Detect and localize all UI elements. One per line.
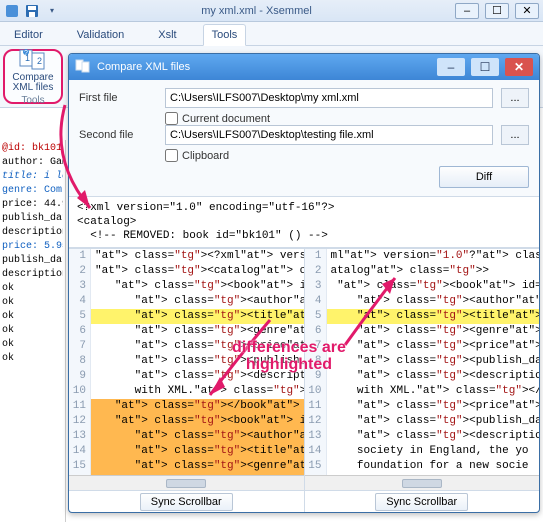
dialog-icon (75, 58, 91, 77)
window-maximize[interactable]: ☐ (485, 3, 509, 19)
code-line[interactable]: 13 "at"> class="tg"><author"at"> class="… (69, 429, 304, 444)
tree-line[interactable]: @id: bk101 (2, 142, 63, 156)
ribbon-tabs: Editor Validation Xslt Tools (0, 22, 543, 46)
diff-panes: 1"at"> class="tg"><?xml"at"> version="1.… (69, 248, 539, 512)
compare-label: Compare XML files (7, 73, 59, 93)
left-sync-button[interactable]: Sync Scrollbar (140, 493, 233, 511)
ribbon-tab-editor[interactable]: Editor (6, 25, 51, 45)
tree-line[interactable]: publish_dat (2, 254, 63, 268)
tree-line[interactable]: price: 5.95 (2, 240, 63, 254)
left-pane: 1"at"> class="tg"><?xml"at"> version="1.… (69, 249, 305, 512)
left-code[interactable]: 1"at"> class="tg"><?xml"at"> version="1.… (69, 249, 304, 475)
current-document-checkbox[interactable] (165, 112, 178, 125)
code-line[interactable]: 5 "at"> class="tg"><title"at"> class="tg… (305, 309, 540, 324)
app-icon (4, 3, 20, 19)
clipboard-checkbox[interactable] (165, 149, 178, 162)
tree-line[interactable]: publish_dat (2, 212, 63, 226)
code-line[interactable]: 5 "at"> class="tg"><title"at"> class="tg… (69, 309, 304, 324)
compare-xml-group[interactable]: 12? Compare XML files Tools (3, 49, 63, 104)
code-line[interactable]: 1ml"at"> version="1.0"?"at"> class="tg">… (305, 249, 540, 264)
code-line[interactable]: 2"at"> class="tg"><catalog"at"> class="t… (69, 264, 304, 279)
code-line[interactable]: 7 "at"> class="tg"><price"at"> class="tg… (305, 339, 540, 354)
code-line[interactable]: 11 "at"> class="tg"></book"at"> class="t… (69, 399, 304, 414)
ribbon-tab-tools[interactable]: Tools (203, 24, 247, 46)
compare-dialog: Compare XML files – ☐ ✕ First file ... C… (68, 53, 540, 513)
dialog-minimize[interactable]: – (437, 58, 465, 76)
first-file-input[interactable] (165, 88, 493, 108)
tree-line[interactable]: ok (2, 282, 63, 296)
clipboard-label: Clipboard (182, 150, 229, 162)
ribbon-tab-xslt[interactable]: Xslt (150, 25, 184, 45)
code-line[interactable]: 4 "at"> class="tg"><author"at"> class="t… (69, 294, 304, 309)
code-line[interactable]: 13 "at"> class="tg"><description"at"> cl… (305, 429, 540, 444)
tree-line[interactable]: genre: Com (2, 184, 63, 198)
first-file-browse[interactable]: ... (501, 88, 529, 108)
code-line[interactable]: 3 "at"> class="tg"><book"at"> id="bk101"… (305, 279, 540, 294)
code-line[interactable]: 2atalog"at"> class="tg">> (305, 264, 540, 279)
tree-line[interactable]: description (2, 268, 63, 282)
code-line[interactable]: 3 "at"> class="tg"><book"at"> id="bk101"… (69, 279, 304, 294)
code-line[interactable]: 10 with XML."at"> class="tg"></descripti… (69, 384, 304, 399)
second-file-label: Second file (79, 129, 157, 141)
right-hscroll[interactable] (305, 475, 540, 490)
code-line[interactable]: 6 "at"> class="tg"><genre"at"> class="tg… (305, 324, 540, 339)
code-line[interactable]: 6 "at"> class="tg"><genre"at"> class="tg… (69, 324, 304, 339)
diff-summary: <?xml version="1.0" encoding="utf-16"?> … (69, 197, 539, 248)
right-sync-button[interactable]: Sync Scrollbar (375, 493, 468, 511)
second-file-input[interactable] (165, 125, 493, 145)
tree-line[interactable]: author: Gam (2, 156, 63, 170)
tree-line[interactable]: description (2, 226, 63, 240)
current-document-label: Current document (182, 113, 270, 125)
code-line[interactable]: 8 "at"> class="tg"><publish_date"at"> cl… (305, 354, 540, 369)
svg-text:?: ? (24, 50, 28, 57)
dialog-maximize[interactable]: ☐ (471, 58, 499, 76)
code-line[interactable]: 12 "at"> class="tg"><book"at"> id="bk102… (69, 414, 304, 429)
tree-line[interactable]: ok (2, 310, 63, 324)
right-code[interactable]: 1ml"at"> version="1.0"?"at"> class="tg">… (305, 249, 540, 475)
code-line[interactable]: 12 "at"> class="tg"><publish_date"at"> c… (305, 414, 540, 429)
code-line[interactable]: 14 society in England, the yo (305, 444, 540, 459)
ribbon-tab-validation[interactable]: Validation (69, 25, 133, 45)
dialog-form: First file ... Current document Second f… (69, 80, 539, 197)
first-file-label: First file (79, 92, 157, 104)
code-line[interactable]: 14 "at"> class="tg"><title"at"> class="t… (69, 444, 304, 459)
left-hscroll[interactable] (69, 475, 304, 490)
code-line[interactable]: 15 foundation for a new socie (305, 459, 540, 474)
tree-line[interactable]: price: 44.95 (2, 198, 63, 212)
second-file-browse[interactable]: ... (501, 125, 529, 145)
quick-access-toolbar: ▾ my xml.xml - Xsemmel – ☐ ✕ (0, 0, 543, 22)
save-icon[interactable] (24, 3, 40, 19)
structure-tree: @id: bk101author: Gamtitle: i love fgenr… (0, 140, 66, 522)
code-line[interactable]: 1"at"> class="tg"><?xml"at"> version="1.… (69, 249, 304, 264)
code-line[interactable]: 10 with XML."at"> class="tg"></descripti… (305, 384, 540, 399)
window-close[interactable]: ✕ (515, 3, 539, 19)
code-line[interactable]: 7 "at"> class="tg"><price"at"> class="tg… (69, 339, 304, 354)
window-title: my xml.xml - Xsemmel (64, 5, 449, 17)
code-line[interactable]: 9 "at"> class="tg"><description"at"> cla… (305, 369, 540, 384)
code-line[interactable]: 15 "at"> class="tg"><genre"at"> class="t… (69, 459, 304, 474)
dialog-close[interactable]: ✕ (505, 58, 533, 76)
compare-icon: 12? (17, 47, 49, 73)
code-line[interactable]: 8 "at"> class="tg"><publish_date"at"> cl… (69, 354, 304, 369)
svg-text:2: 2 (37, 56, 42, 66)
dialog-titlebar[interactable]: Compare XML files – ☐ ✕ (69, 54, 539, 80)
tree-line[interactable]: ok (2, 324, 63, 338)
tree-line[interactable]: ok (2, 296, 63, 310)
dropdown-icon[interactable]: ▾ (44, 3, 60, 19)
window-minimize[interactable]: – (455, 3, 479, 19)
code-line[interactable]: 11 "at"> class="tg"><price"at"> class="t… (305, 399, 540, 414)
tree-line[interactable]: ok (2, 338, 63, 352)
tree-line[interactable]: title: i love f (2, 170, 63, 184)
diff-button[interactable]: Diff (439, 166, 529, 188)
right-pane: 1ml"at"> version="1.0"?"at"> class="tg">… (305, 249, 540, 512)
tree-line[interactable]: ok (2, 352, 63, 366)
code-line[interactable]: 9 "at"> class="tg"><description"at"> cla… (69, 369, 304, 384)
code-line[interactable]: 4 "at"> class="tg"><author"at"> class="t… (305, 294, 540, 309)
ribbon-section-label: Tools (21, 95, 44, 106)
dialog-title: Compare XML files (97, 61, 190, 73)
